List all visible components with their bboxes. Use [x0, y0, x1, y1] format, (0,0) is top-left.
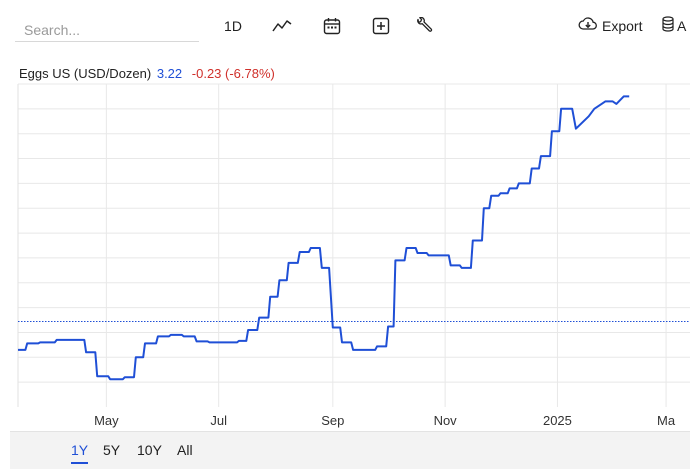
- cloud-download-icon: [578, 16, 598, 37]
- range-button-5y[interactable]: 5Y: [103, 442, 120, 462]
- x-tick-label: 2025: [543, 413, 572, 428]
- range-button-1y[interactable]: 1Y: [71, 442, 89, 464]
- price-series-line: [18, 95, 630, 381]
- add-indicator-icon[interactable]: [369, 12, 393, 40]
- chart-toolbar: 1D Export A: [0, 0, 690, 46]
- interval-button[interactable]: 1D: [218, 12, 248, 40]
- range-button-10y[interactable]: 10Y: [137, 442, 162, 462]
- range-selector: 1Y 5Y 10Y All: [10, 431, 690, 469]
- export-label: Export: [602, 18, 643, 34]
- price-chart[interactable]: May Jul Sep Nov 2025 Ma: [0, 80, 690, 430]
- x-tick-label: Ma: [657, 413, 676, 428]
- series-price: 3.22: [156, 66, 183, 81]
- series-symbol: Eggs US (USD/Dozen): [19, 66, 152, 81]
- x-tick-label: May: [94, 413, 119, 428]
- data-button[interactable]: A: [662, 12, 690, 40]
- x-tick-label: Nov: [434, 413, 458, 428]
- search-input[interactable]: [15, 14, 199, 42]
- series-change: -0.23 (-6.78%): [191, 66, 275, 81]
- series-legend: Eggs US (USD/Dozen) 3.22 -0.23 (-6.78%): [19, 66, 275, 81]
- x-tick-label: Sep: [321, 413, 344, 428]
- data-label: A: [677, 18, 687, 34]
- database-icon: [662, 15, 674, 37]
- range-button-all[interactable]: All: [177, 442, 193, 462]
- x-tick-label: Jul: [210, 413, 227, 428]
- wrench-icon[interactable]: [412, 12, 436, 40]
- export-button[interactable]: Export: [578, 12, 648, 40]
- line-chart-icon[interactable]: [270, 12, 294, 40]
- calendar-icon[interactable]: [320, 12, 344, 40]
